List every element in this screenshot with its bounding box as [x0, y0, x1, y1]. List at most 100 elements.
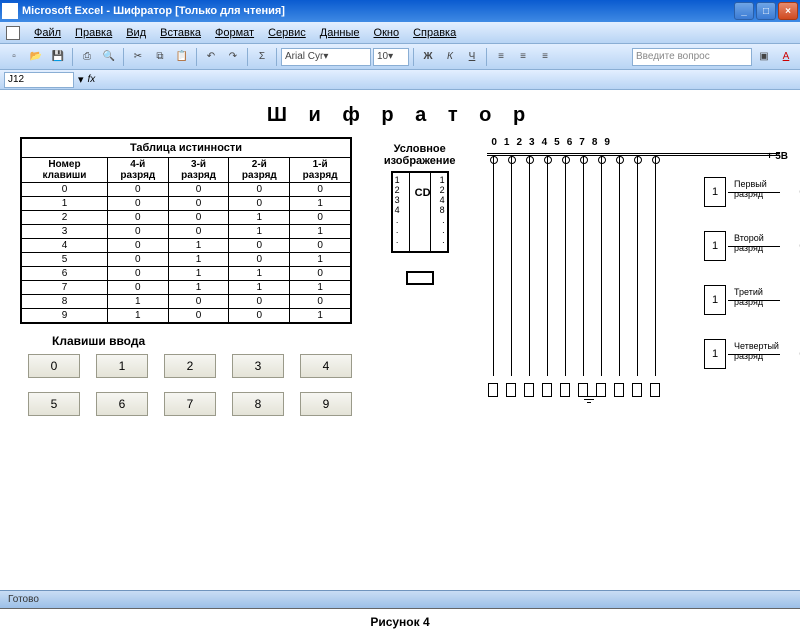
menu-window[interactable]: Окно: [368, 25, 406, 41]
undo-icon[interactable]: ↶: [201, 47, 221, 67]
minimize-button[interactable]: _: [734, 2, 754, 20]
truth-cell: 3: [21, 225, 107, 239]
truth-cell: 9: [21, 309, 107, 324]
bus-label: 5: [554, 137, 560, 148]
bold-icon[interactable]: Ж: [418, 47, 438, 67]
menu-view[interactable]: Вид: [120, 25, 152, 41]
menu-insert[interactable]: Вставка: [154, 25, 207, 41]
toolbar-sep: [247, 48, 248, 66]
cd-box: CD 1234... 1248...: [391, 171, 449, 253]
new-icon[interactable]: ▫: [4, 47, 24, 67]
align-left-icon[interactable]: ≡: [491, 47, 511, 67]
truth-cell: 0: [168, 183, 229, 197]
truth-cell: 0: [168, 197, 229, 211]
truth-cell: 2: [21, 211, 107, 225]
truth-cell: 1: [290, 281, 351, 295]
key-button-4[interactable]: 4: [300, 354, 352, 378]
name-box[interactable]: J12: [4, 72, 74, 88]
cd-right-pins: 1248...: [440, 175, 445, 245]
bus-label: 2: [516, 137, 522, 148]
key-button-1[interactable]: 1: [96, 354, 148, 378]
output-label: Первый разряд: [734, 179, 782, 199]
key-button-9[interactable]: 9: [300, 392, 352, 416]
key-button-6[interactable]: 6: [96, 392, 148, 416]
menu-format[interactable]: Формат: [209, 25, 260, 41]
close-button[interactable]: ×: [778, 2, 798, 20]
bus-label: 7: [579, 137, 585, 148]
truth-cell: 1: [168, 253, 229, 267]
truth-cell: 1: [21, 197, 107, 211]
ground-icon: [579, 396, 599, 403]
selected-cell-marker: [406, 271, 434, 285]
bus-wire: [529, 156, 530, 376]
text-color-icon[interactable]: A: [776, 47, 796, 67]
italic-icon[interactable]: К: [440, 47, 460, 67]
truth-cell: 0: [107, 267, 168, 281]
menu-help[interactable]: Справка: [407, 25, 462, 41]
excel-doc-icon[interactable]: [6, 26, 20, 40]
preview-icon[interactable]: 🔍: [99, 47, 119, 67]
copy-icon[interactable]: ⧉: [150, 47, 170, 67]
truth-cell: 1: [107, 309, 168, 324]
menu-data[interactable]: Данные: [314, 25, 366, 41]
save-icon[interactable]: 💾: [48, 47, 68, 67]
fill-color-icon[interactable]: ▣: [754, 47, 774, 67]
size-select[interactable]: 10 ▾: [373, 48, 409, 66]
window-buttons: _ □ ×: [734, 2, 798, 20]
truth-header: 3-й разряд: [168, 158, 229, 183]
align-center-icon[interactable]: ≡: [513, 47, 533, 67]
maximize-button[interactable]: □: [756, 2, 776, 20]
output-label: Четвертый разряд: [734, 341, 782, 361]
cd-left-pins: 1234...: [395, 175, 400, 245]
cd-block: Условное изображение CD 1234... 1248...: [366, 143, 473, 303]
font-name: Arial Cyr: [285, 51, 323, 62]
key-button-0[interactable]: 0: [28, 354, 80, 378]
switch-node: [598, 156, 606, 164]
menu-edit[interactable]: Правка: [69, 25, 118, 41]
menu-tools[interactable]: Сервис: [262, 25, 312, 41]
keys-label: Клавиши ввода: [52, 334, 352, 348]
key-button-2[interactable]: 2: [164, 354, 216, 378]
sum-icon[interactable]: Σ: [252, 47, 272, 67]
truth-table: Таблица истинности Номер клавиши4-й разр…: [20, 137, 352, 324]
truth-header: Номер клавиши: [21, 158, 107, 183]
key-button-5[interactable]: 5: [28, 392, 80, 416]
fx-icon[interactable]: fx: [88, 74, 96, 85]
redo-icon[interactable]: ↷: [223, 47, 243, 67]
bus-label: 9: [604, 137, 610, 148]
window-title: Microsoft Excel - Шифратор [Только для ч…: [22, 5, 734, 17]
or-gate: 1: [704, 285, 726, 315]
truth-cell: 0: [168, 309, 229, 324]
font-select[interactable]: Arial Cyr ▾: [281, 48, 371, 66]
key-button-3[interactable]: 3: [232, 354, 284, 378]
bus-terminal: [650, 383, 660, 397]
table-row: 91001: [21, 309, 351, 324]
bus-terminal: [542, 383, 552, 397]
truth-cell: 0: [290, 295, 351, 309]
key-button-7[interactable]: 7: [164, 392, 216, 416]
question-box[interactable]: Введите вопрос: [632, 48, 752, 66]
print-icon[interactable]: ⎙: [77, 47, 97, 67]
or-gate: 1: [704, 231, 726, 261]
truth-caption: Таблица истинности: [21, 138, 351, 158]
bus-terminal: [488, 383, 498, 397]
align-right-icon[interactable]: ≡: [535, 47, 555, 67]
truth-cell: 1: [229, 225, 290, 239]
bus-label: 8: [592, 137, 598, 148]
bus-wire: [511, 156, 512, 376]
paste-icon[interactable]: 📋: [172, 47, 192, 67]
underline-icon[interactable]: Ч: [462, 47, 482, 67]
truth-cell: 0: [168, 211, 229, 225]
truth-cell: 0: [229, 239, 290, 253]
key-button-8[interactable]: 8: [232, 392, 284, 416]
cut-icon[interactable]: ✂: [128, 47, 148, 67]
truth-header: 1-й разряд: [290, 158, 351, 183]
menu-file[interactable]: Файл: [28, 25, 67, 41]
truth-cell: 1: [290, 253, 351, 267]
status-bar: Готово: [0, 590, 800, 608]
open-icon[interactable]: 📂: [26, 47, 46, 67]
dropdown-icon[interactable]: ▾: [78, 73, 84, 86]
bus-label: 3: [529, 137, 535, 148]
truth-cell: 0: [229, 309, 290, 324]
bus-terminal: [578, 383, 588, 397]
